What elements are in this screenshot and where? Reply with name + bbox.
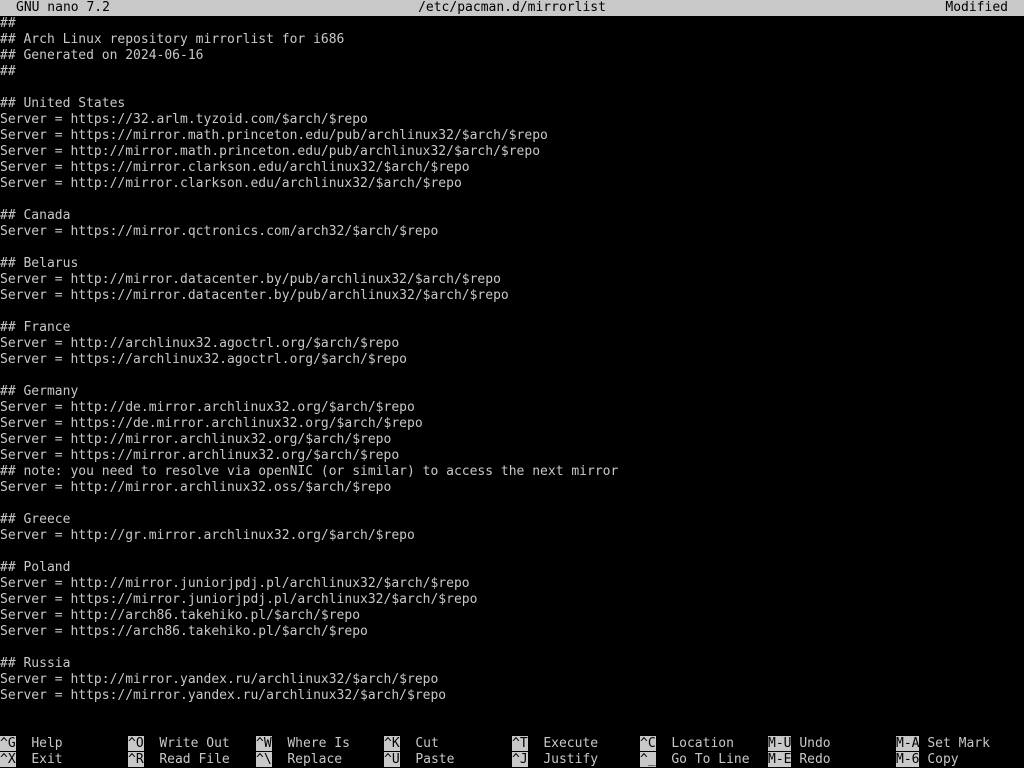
shortcut-go-to-line[interactable]: ^_ Go To Line bbox=[640, 752, 750, 768]
shortcut-label: Undo bbox=[799, 736, 831, 751]
buffer-line[interactable] bbox=[0, 368, 1024, 384]
buffer-line[interactable]: Server = https://mirror.datacenter.by/pu… bbox=[0, 288, 1024, 304]
shortcut-where-is[interactable]: ^W Where Is bbox=[256, 736, 350, 752]
shortcut-key: M-E bbox=[768, 752, 792, 767]
shortcut-exit[interactable]: ^X Exit bbox=[0, 752, 63, 768]
buffer-line[interactable]: Server = https://mirror.yandex.ru/archli… bbox=[0, 688, 1024, 704]
shortcut-label: Copy bbox=[927, 752, 959, 767]
shortcut-label: Help bbox=[31, 736, 63, 751]
buffer-line[interactable] bbox=[0, 192, 1024, 208]
shortcut-help[interactable]: ^G Help bbox=[0, 736, 63, 752]
title-bar: /etc/pacman.d/mirrorlist GNU nano 7.2 Mo… bbox=[0, 0, 1024, 16]
shortcut-key: ^T bbox=[512, 736, 528, 751]
buffer-line[interactable]: Server = https://mirror.qctronics.com/ar… bbox=[0, 224, 1024, 240]
app-version: GNU nano 7.2 bbox=[16, 0, 110, 15]
shortcut-key: ^_ bbox=[640, 752, 656, 767]
shortcut-read-file[interactable]: ^R Read File bbox=[128, 752, 230, 768]
shortcut-execute[interactable]: ^T Execute bbox=[512, 736, 598, 752]
buffer-line[interactable]: ## bbox=[0, 16, 1024, 32]
buffer-line[interactable]: Server = http://mirror.clarkson.edu/arch… bbox=[0, 176, 1024, 192]
buffer-line[interactable] bbox=[0, 640, 1024, 656]
buffer-line[interactable]: ## Poland bbox=[0, 560, 1024, 576]
shortcut-label: Go To Line bbox=[671, 752, 750, 767]
buffer-line[interactable]: Server = https://mirror.clarkson.edu/arc… bbox=[0, 160, 1024, 176]
buffer-line[interactable]: Server = http://archlinux32.agoctrl.org/… bbox=[0, 336, 1024, 352]
buffer-line[interactable]: Server = https://archlinux32.agoctrl.org… bbox=[0, 352, 1024, 368]
buffer-line[interactable]: ## Belarus bbox=[0, 256, 1024, 272]
shortcut-label: Cut bbox=[415, 736, 439, 751]
shortcut-replace[interactable]: ^\ Replace bbox=[256, 752, 342, 768]
buffer-line[interactable]: ## France bbox=[0, 320, 1024, 336]
shortcut-write-out[interactable]: ^O Write Out bbox=[128, 736, 230, 752]
buffer-line[interactable]: Server = http://mirror.yandex.ru/archlin… bbox=[0, 672, 1024, 688]
buffer-line[interactable]: Server = http://mirror.juniorjpdj.pl/arc… bbox=[0, 576, 1024, 592]
buffer-line[interactable]: Server = http://mirror.datacenter.by/pub… bbox=[0, 272, 1024, 288]
shortcut-label: Paste bbox=[415, 752, 455, 767]
buffer-line[interactable]: Server = http://mirror.archlinux32.org/$… bbox=[0, 432, 1024, 448]
shortcut-paste[interactable]: ^U Paste bbox=[384, 752, 454, 768]
shortcut-redo[interactable]: M-E Redo bbox=[768, 752, 831, 768]
shortcut-key: ^R bbox=[128, 752, 144, 767]
shortcut-label: Location bbox=[671, 736, 734, 751]
shortcut-key: ^U bbox=[384, 752, 400, 767]
shortcut-key: M-6 bbox=[896, 752, 920, 767]
shortcut-row-1: ^G Help ^O Write Out ^W Where Is ^K Cut ^T E… bbox=[0, 736, 1024, 752]
shortcut-label: Set Mark bbox=[927, 736, 990, 751]
shortcut-label: Write Out bbox=[159, 736, 230, 751]
shortcut-label: Justify bbox=[543, 752, 599, 767]
buffer-line[interactable]: Server = http://de.mirror.archlinux32.or… bbox=[0, 400, 1024, 416]
file-path: /etc/pacman.d/mirrorlist bbox=[418, 0, 606, 15]
buffer-line[interactable]: Server = https://arch86.takehiko.pl/$arc… bbox=[0, 624, 1024, 640]
shortcut-key: ^X bbox=[0, 752, 16, 767]
buffer-line[interactable]: Server = http://mirror.math.princeton.ed… bbox=[0, 144, 1024, 160]
buffer-line[interactable]: Server = https://32.arlm.tyzoid.com/$arc… bbox=[0, 112, 1024, 128]
buffer-line[interactable] bbox=[0, 496, 1024, 512]
buffer-line[interactable]: ## bbox=[0, 64, 1024, 80]
shortcut-key: M-A bbox=[896, 736, 920, 751]
shortcut-key: ^C bbox=[640, 736, 656, 751]
shortcut-bar: ^G Help ^O Write Out ^W Where Is ^K Cut ^T E… bbox=[0, 736, 1024, 768]
buffer-line[interactable] bbox=[0, 80, 1024, 96]
shortcut-label: Read File bbox=[159, 752, 230, 767]
shortcut-label: Replace bbox=[287, 752, 343, 767]
buffer-line[interactable]: ## Germany bbox=[0, 384, 1024, 400]
shortcut-key: ^W bbox=[256, 736, 272, 751]
shortcut-label: Exit bbox=[31, 752, 63, 767]
shortcut-key: ^J bbox=[512, 752, 528, 767]
shortcut-undo[interactable]: M-U Undo bbox=[768, 736, 831, 752]
buffer-line[interactable]: ## note: you need to resolve via openNIC… bbox=[0, 464, 1024, 480]
buffer-line[interactable]: Server = https://de.mirror.archlinux32.o… bbox=[0, 416, 1024, 432]
buffer-line[interactable] bbox=[0, 304, 1024, 320]
shortcut-key: ^K bbox=[384, 736, 400, 751]
editor-buffer[interactable]: ## ## Arch Linux repository mirrorlist fo… bbox=[0, 16, 1024, 720]
shortcut-justify[interactable]: ^J Justify bbox=[512, 752, 598, 768]
buffer-line[interactable]: Server = https://mirror.math.princeton.e… bbox=[0, 128, 1024, 144]
shortcut-label: Redo bbox=[799, 752, 831, 767]
buffer-line[interactable]: ## Russia bbox=[0, 656, 1024, 672]
shortcut-key: ^\ bbox=[256, 752, 272, 767]
shortcut-set-mark[interactable]: M-A Set Mark bbox=[896, 736, 990, 752]
buffer-line[interactable]: Server = https://mirror.juniorjpdj.pl/ar… bbox=[0, 592, 1024, 608]
buffer-line[interactable] bbox=[0, 544, 1024, 560]
buffer-line[interactable]: ## Arch Linux repository mirrorlist for … bbox=[0, 32, 1024, 48]
shortcut-key: M-U bbox=[768, 736, 792, 751]
modified-status: Modified bbox=[945, 0, 1008, 15]
shortcut-key: ^G bbox=[0, 736, 16, 751]
shortcut-copy[interactable]: M-6 Copy bbox=[896, 752, 959, 768]
buffer-line[interactable] bbox=[0, 240, 1024, 256]
shortcut-cut[interactable]: ^K Cut bbox=[384, 736, 439, 752]
buffer-line[interactable]: Server = http://gr.mirror.archlinux32.or… bbox=[0, 528, 1024, 544]
buffer-line[interactable]: ## United States bbox=[0, 96, 1024, 112]
shortcut-location[interactable]: ^C Location bbox=[640, 736, 734, 752]
buffer-line[interactable]: Server = http://mirror.archlinux32.oss/$… bbox=[0, 480, 1024, 496]
shortcut-key: ^O bbox=[128, 736, 144, 751]
shortcut-label: Where Is bbox=[287, 736, 350, 751]
buffer-line[interactable]: ## Generated on 2024-06-16 bbox=[0, 48, 1024, 64]
buffer-line[interactable]: ## Canada bbox=[0, 208, 1024, 224]
buffer-line[interactable]: Server = https://mirror.archlinux32.org/… bbox=[0, 448, 1024, 464]
shortcut-row-2: ^X Exit ^R Read File ^\ Replace ^U Paste ^J … bbox=[0, 752, 1024, 768]
shortcut-label: Execute bbox=[543, 736, 599, 751]
buffer-line[interactable]: ## Greece bbox=[0, 512, 1024, 528]
buffer-line[interactable]: Server = http://arch86.takehiko.pl/$arch… bbox=[0, 608, 1024, 624]
